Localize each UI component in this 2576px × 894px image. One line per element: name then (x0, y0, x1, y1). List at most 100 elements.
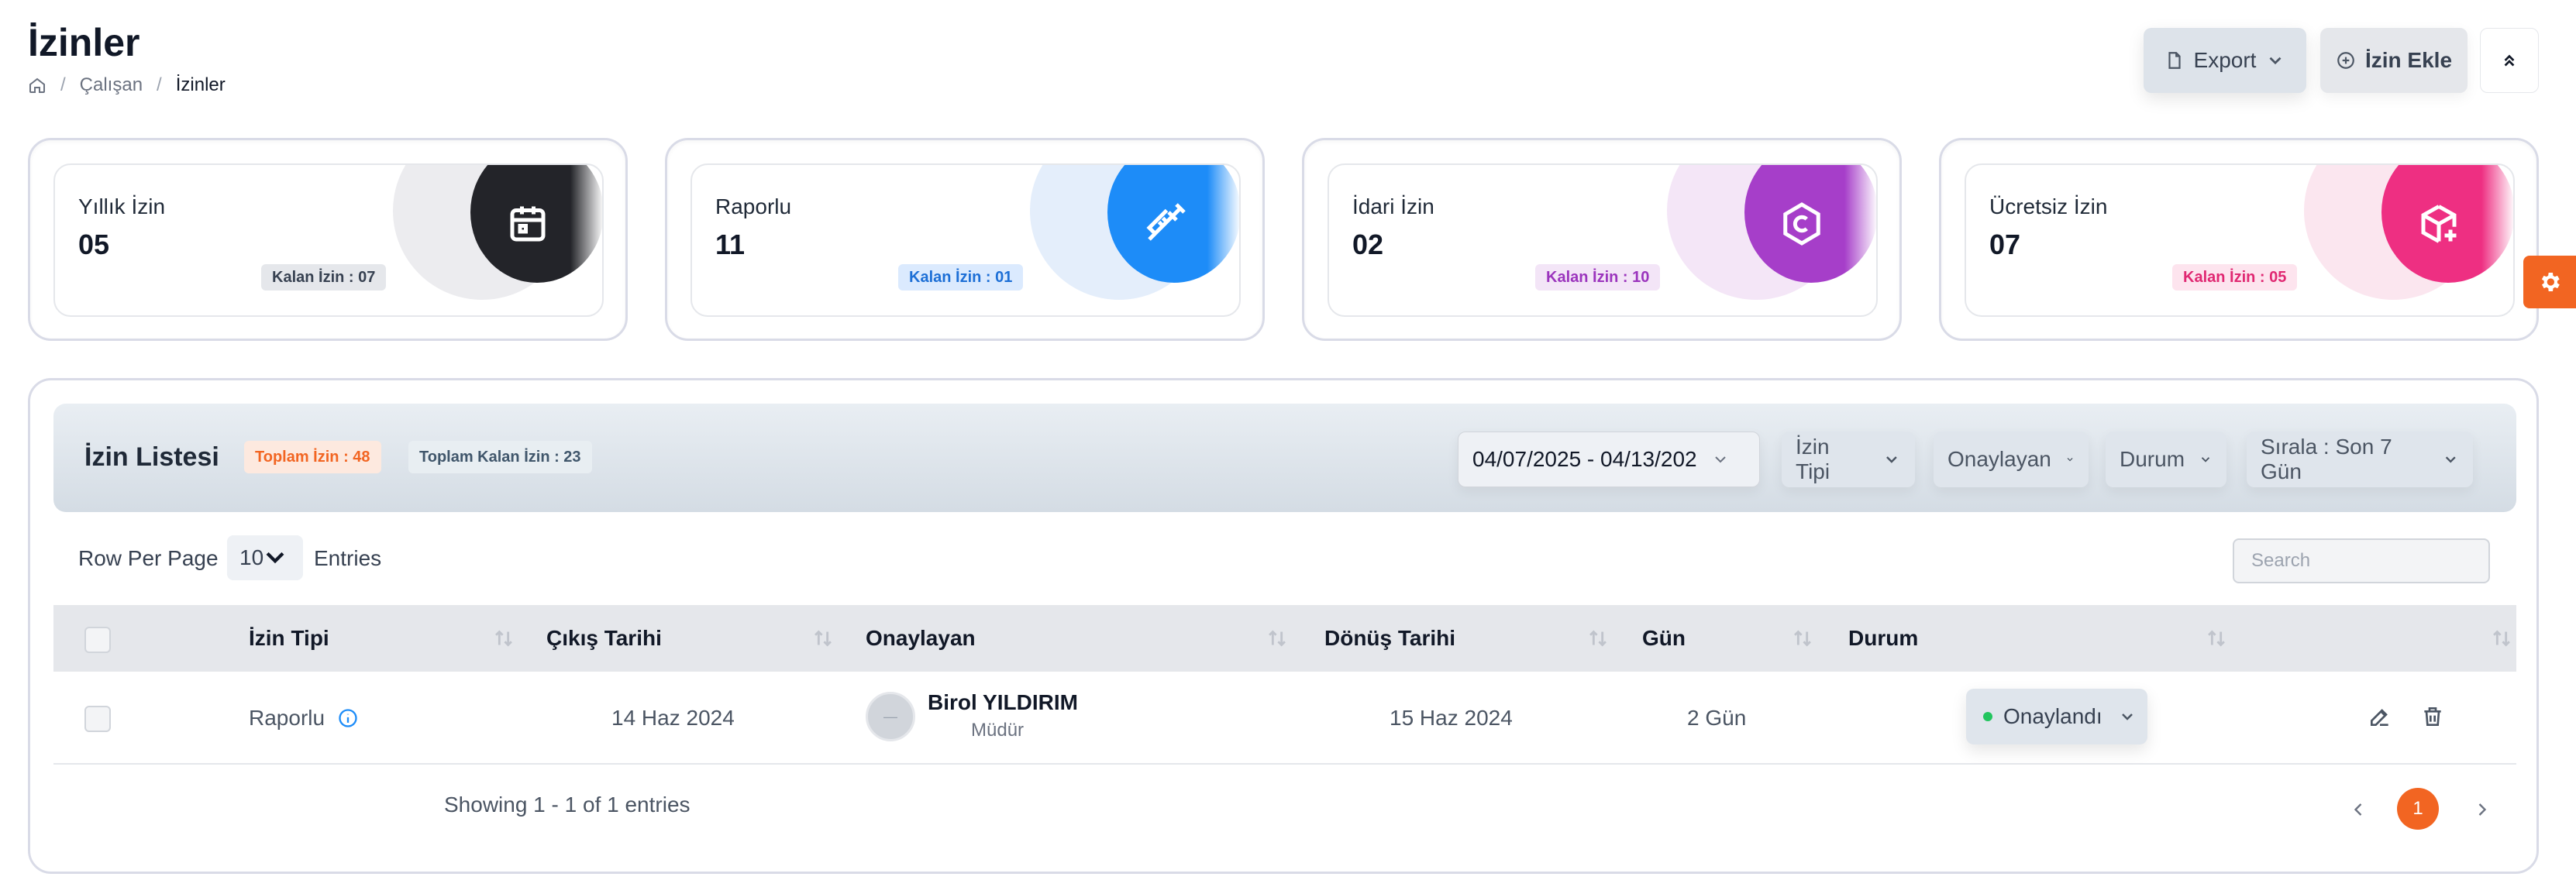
chevron-down-icon (2121, 713, 2133, 720)
edit-icon[interactable] (2368, 704, 2392, 729)
select-all-checkbox[interactable] (84, 627, 111, 653)
status-filter[interactable]: Durum (2106, 432, 2226, 487)
column-header-cikis-tarihi[interactable]: Çıkış Tarihi (546, 605, 662, 672)
stat-label: İdari İzin (1352, 194, 1434, 218)
cell-end-date: 15 Haz 2024 (1390, 706, 1513, 730)
chevron-right-icon[interactable] (2471, 799, 2493, 820)
remaining-badge: Kalan İzin : 05 (2172, 264, 2298, 291)
showing-entries-text: Showing 1 - 1 of 1 entries (444, 793, 690, 817)
info-icon[interactable] (337, 707, 359, 729)
leave-type-filter[interactable]: İzin Tipi (1782, 432, 1915, 487)
breadcrumb-item-calisan[interactable]: Çalışan (80, 74, 143, 96)
sort-icon[interactable] (1264, 625, 1290, 652)
add-leave-button[interactable]: İzin Ekle (2320, 28, 2468, 93)
column-header-izin-tipi[interactable]: İzin Tipi (249, 605, 329, 672)
stat-label: Raporlu (715, 194, 792, 218)
leave-type-filter-label: İzin Tipi (1796, 435, 1830, 483)
stat-card-body: Raporlu 11 Kalan İzin : 01 (690, 163, 1241, 317)
column-header-onaylayan[interactable]: Onaylayan (866, 605, 976, 672)
stat-value: 05 (78, 229, 110, 260)
sort-filter-label: Sırala : Son 7 Gün (2261, 435, 2392, 483)
trash-icon[interactable] (2420, 704, 2445, 729)
row-checkbox[interactable] (84, 706, 111, 732)
chevron-down-icon (266, 552, 284, 564)
chevron-down-icon (2067, 458, 2073, 462)
export-button[interactable]: Export (2144, 28, 2306, 93)
syringe-icon (1146, 203, 1186, 241)
avatar: — (866, 692, 915, 741)
approver-filter[interactable]: Onaylayan (1934, 432, 2089, 487)
stat-card-idari-izin: İdari İzin 02 Kalan İzin : 10 (1302, 138, 1902, 341)
total-leave-pill: Toplam İzin : 48 (244, 441, 381, 473)
chevrons-up-icon (2504, 54, 2515, 67)
status-dot (1983, 712, 1992, 721)
stat-value: 11 (715, 229, 746, 260)
status-dropdown[interactable]: Onaylandı (1966, 689, 2147, 744)
remaining-badge: Kalan İzin : 01 (898, 264, 1024, 291)
plus-circle-icon (2337, 52, 2354, 69)
settings-button[interactable] (2523, 256, 2576, 308)
rows-per-page-select[interactable]: 10 (227, 535, 303, 580)
rows-per-page-label: Row Per Page (78, 546, 219, 570)
home-icon[interactable] (28, 76, 46, 95)
list-title: İzin Listesi (84, 442, 219, 472)
file-icon (2168, 52, 2181, 69)
sort-icon[interactable] (491, 625, 517, 652)
table-header: İzin Tipi Çıkış Tarihi Onaylayan Dönüş T… (53, 605, 2516, 672)
breadcrumb-separator: / (60, 74, 66, 95)
total-remaining-pill: Toplam Kalan İzin : 23 (408, 441, 592, 473)
cell-leave-type: Raporlu (249, 706, 325, 730)
stat-card-body: Ücretsiz İzin 07 Kalan İzin : 05 (1965, 163, 2515, 317)
stat-card-raporlu: Raporlu 11 Kalan İzin : 01 (665, 138, 1265, 341)
chevron-down-icon (1714, 456, 1726, 463)
table-row: Raporlu 14 Haz 2024 — Birol YILDIRIM Müd… (53, 672, 2516, 765)
breadcrumb-item-current: İzinler (175, 74, 226, 95)
pagination-page-1[interactable]: 1 (2397, 788, 2439, 830)
page: İzinler / Çalışan / İzinler Export İzin … (0, 0, 2576, 894)
status-filter-label: Durum (2120, 447, 2185, 471)
entries-label: Entries (314, 546, 382, 570)
leave-list-card: İzin Listesi Toplam İzin : 48 Toplam Kal… (28, 378, 2539, 874)
sort-icon[interactable] (810, 625, 836, 652)
chevron-down-icon (1886, 456, 1897, 463)
remaining-badge: Kalan İzin : 07 (261, 264, 387, 291)
remaining-badge: Kalan İzin : 10 (1535, 264, 1661, 291)
stat-value: 02 (1352, 229, 1384, 260)
chevron-down-icon (2445, 456, 2456, 463)
status-label: Onaylandı (2003, 704, 2102, 728)
cell-days: 2 Gün (1687, 706, 1747, 730)
column-header-gun[interactable]: Gün (1642, 605, 1686, 672)
stat-label: Ücretsiz İzin (1989, 194, 2108, 218)
approver-name: Birol YILDIRIM (928, 690, 1078, 714)
hexagon-c-icon (1783, 202, 1820, 246)
chevron-down-icon (2201, 457, 2210, 462)
breadcrumb-separator: / (157, 74, 162, 95)
date-range-filter[interactable]: 04/07/2025 - 04/13/202 (1458, 432, 1760, 487)
approver-filter-label: Onaylayan (1947, 447, 2051, 471)
breadcrumb: / Çalışan / İzinler (28, 74, 226, 96)
search-input[interactable] (2233, 538, 2490, 583)
collapse-header-button[interactable] (2480, 28, 2539, 93)
stat-card-body: İdari İzin 02 Kalan İzin : 10 (1328, 163, 1878, 317)
sort-icon[interactable] (1789, 625, 1816, 652)
approver-role: Müdür (971, 720, 1025, 741)
stat-label: Yıllık İzin (78, 194, 166, 218)
rows-per-page-value: 10 (239, 545, 264, 569)
box-plus-icon (2421, 205, 2457, 243)
chevron-down-icon (2270, 57, 2282, 65)
sort-icon[interactable] (2203, 625, 2230, 652)
cell-start-date: 14 Haz 2024 (611, 706, 735, 730)
sort-filter[interactable]: Sırala : Son 7 Gün (2247, 432, 2473, 487)
stat-card-yillik-izin: Yıllık İzin 05 Kalan İzin : 07 (28, 138, 628, 341)
column-header-durum[interactable]: Durum (1848, 605, 1918, 672)
stat-card-ucretsiz-izin: Ücretsiz İzin 07 Kalan İzin : 05 (1939, 138, 2539, 341)
add-leave-label: İzin Ekle (2364, 48, 2453, 72)
calendar-icon (510, 206, 546, 242)
list-toolbar: İzin Listesi Toplam İzin : 48 Toplam Kal… (53, 404, 2516, 512)
sort-icon[interactable] (1585, 625, 1611, 652)
chevron-left-icon[interactable] (2347, 799, 2369, 820)
stat-value: 07 (1989, 229, 2021, 260)
stat-card-body: Yıllık İzin 05 Kalan İzin : 07 (53, 163, 604, 317)
column-header-donus-tarihi[interactable]: Dönüş Tarihi (1324, 605, 1455, 672)
sort-icon[interactable] (2488, 625, 2515, 652)
